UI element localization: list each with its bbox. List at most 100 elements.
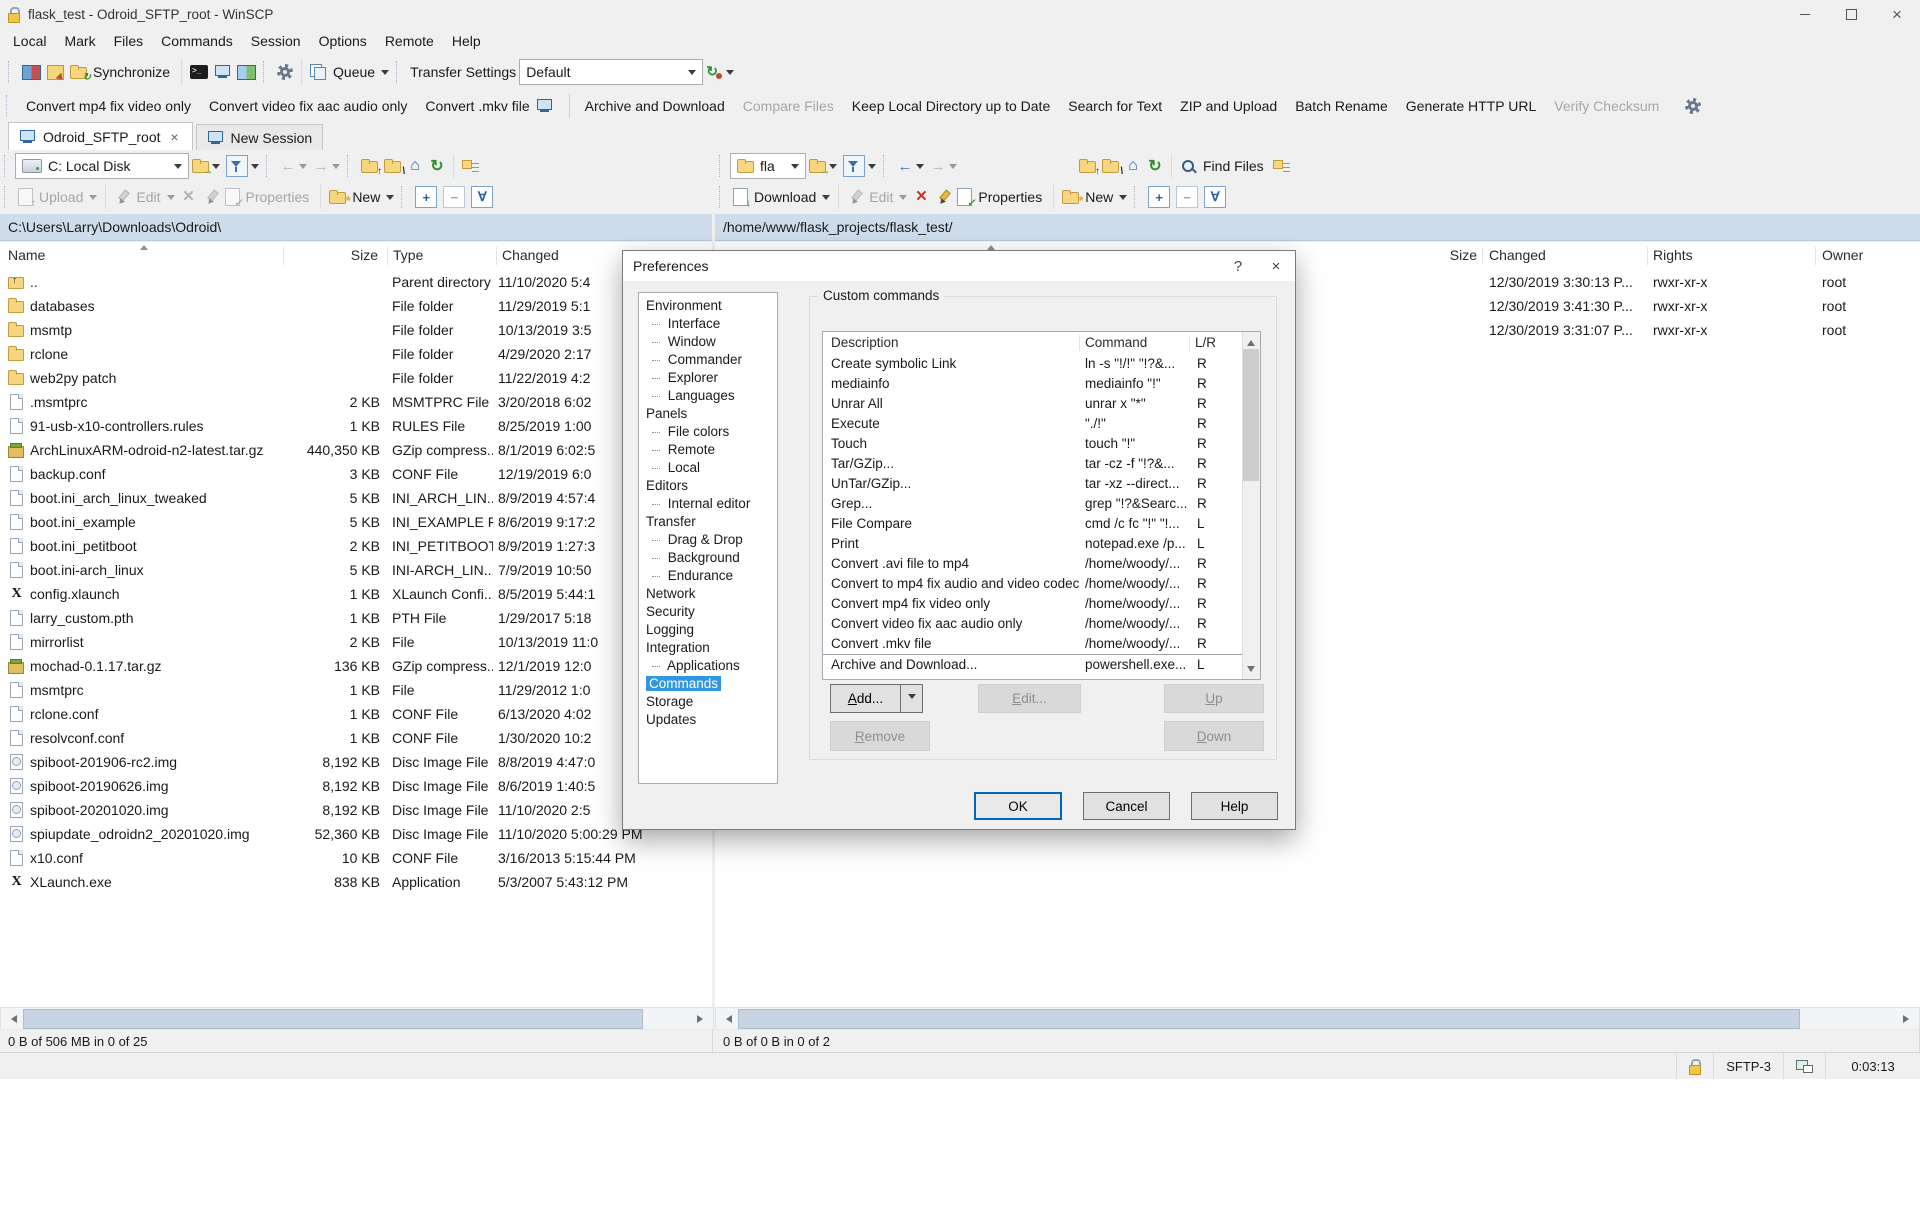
dialog-close-icon[interactable]: × — [1257, 251, 1295, 281]
toolbar-grip[interactable] — [263, 61, 270, 83]
menu-item[interactable]: Help — [443, 30, 490, 52]
column-header-changed[interactable]: Changed — [502, 247, 559, 263]
menu-item[interactable]: Session — [242, 30, 310, 52]
column-header-lr[interactable]: L/R — [1195, 335, 1216, 350]
remote-forward-button[interactable] — [927, 155, 960, 177]
custom-command-row[interactable]: Convert .mkv file /home/woody/... R — [823, 634, 1243, 654]
menu-item[interactable]: Mark — [55, 30, 104, 52]
preferences-tree-item[interactable]: Languages — [639, 387, 777, 405]
scroll-up-icon[interactable] — [1243, 332, 1259, 349]
custom-command-row[interactable]: Unrar All unrar x "*" R — [823, 394, 1243, 414]
ok-button[interactable]: OK — [974, 792, 1062, 820]
local-file-row[interactable]: boot.ini_example 5 KB INI_EXAMPLE F... 8… — [0, 510, 712, 534]
custom-command-button[interactable]: Archive and Download — [576, 94, 734, 118]
remote-unselect-button[interactable] — [1173, 183, 1201, 211]
preferences-tree-item[interactable]: Endurance — [639, 567, 777, 585]
toolbar-grip[interactable] — [347, 155, 354, 177]
local-root-directory-button[interactable] — [381, 156, 404, 176]
preferences-tree-item[interactable]: Logging — [639, 621, 777, 639]
remote-root-directory-button[interactable] — [1099, 156, 1122, 176]
custom-command-button[interactable]: Convert video fix aac audio only — [200, 94, 416, 118]
local-file-row[interactable]: databases File folder 11/29/2019 5:1 — [0, 294, 712, 318]
toolbar-grip[interactable] — [719, 186, 726, 208]
custom-command-row[interactable]: Convert mp4 fix video only /home/woody/.… — [823, 594, 1243, 614]
customize-commands-button[interactable] — [1682, 95, 1704, 117]
toolbar-grip[interactable] — [401, 186, 408, 208]
remote-filter-button[interactable] — [840, 152, 879, 180]
close-tab-icon[interactable] — [168, 130, 182, 144]
custom-command-row[interactable]: File Compare cmd /c fc "!" "!... L — [823, 514, 1243, 534]
custom-command-row[interactable]: Tar/GZip... tar -cz -f "!?&... R — [823, 454, 1243, 474]
remote-open-directory-button[interactable] — [806, 156, 840, 176]
find-files-button[interactable]: Find Files — [1177, 155, 1270, 177]
custom-command-row[interactable]: Convert video fix aac audio only /home/w… — [823, 614, 1243, 634]
local-file-row[interactable]: spiboot-20201020.img 8,192 KB Disc Image… — [0, 798, 712, 822]
local-file-row[interactable]: rclone.conf 1 KB CONF File 6/13/2020 4:0… — [0, 702, 712, 726]
remote-directory-select[interactable]: fla — [730, 153, 806, 179]
download-button[interactable]: Download — [730, 185, 833, 209]
close-icon[interactable] — [1874, 0, 1920, 28]
remote-edit-button[interactable]: Edit — [844, 186, 910, 208]
scroll-right-icon[interactable] — [691, 1008, 713, 1030]
local-file-row[interactable]: backup.conf 3 KB CONF File 12/19/2019 6:… — [0, 462, 712, 486]
custom-command-button[interactable]: Generate HTTP URL — [1397, 94, 1545, 118]
remote-path-bar[interactable]: /home/www/flask_projects/flask_test/ — [715, 214, 1920, 241]
column-header-rights[interactable]: Rights — [1653, 247, 1693, 263]
toolbar-grip[interactable] — [4, 186, 11, 208]
preferences-tree-item[interactable]: Storage — [639, 693, 777, 711]
local-file-row[interactable]: XLaunch.exe 838 KB Application 5/3/2007 … — [0, 870, 712, 894]
toolbar-grip[interactable] — [883, 155, 890, 177]
protocol-cell[interactable]: SFTP-3 — [1713, 1053, 1783, 1079]
custom-command-row[interactable]: Touch touch "!" R — [823, 434, 1243, 454]
panel-layout-button[interactable] — [234, 62, 259, 83]
preferences-tree-item[interactable]: Commands — [639, 675, 777, 693]
preferences-tree-item[interactable]: Applications — [639, 657, 777, 675]
preferences-tree-item[interactable]: Background — [639, 549, 777, 567]
preferences-tree-item[interactable]: Remote — [639, 441, 777, 459]
local-drive-select[interactable]: C: Local Disk — [15, 153, 189, 179]
local-home-directory-button[interactable] — [404, 155, 426, 177]
toolbar-grip[interactable] — [266, 155, 273, 177]
custom-command-button[interactable]: Keep Local Directory up to Date — [843, 94, 1059, 118]
preferences-tree-item[interactable]: Explorer — [639, 369, 777, 387]
local-file-row[interactable]: mirrorlist 2 KB File 10/13/2019 11:0 — [0, 630, 712, 654]
maximize-icon[interactable] — [1828, 0, 1874, 28]
custom-command-row[interactable]: Convert to mp4 fix audio and video codec… — [823, 574, 1243, 594]
session-manager-button[interactable] — [44, 62, 67, 83]
local-file-row[interactable]: mochad-0.1.17.tar.gz 136 KB GZip compres… — [0, 654, 712, 678]
help-button[interactable]: Help — [1191, 792, 1278, 820]
local-file-row[interactable]: .msmtprc 2 KB MSMTPRC File 3/20/2018 6:0… — [0, 390, 712, 414]
preferences-tree-item[interactable]: Drag & Drop — [639, 531, 777, 549]
local-file-row[interactable]: larry_custom.pth 1 KB PTH File 1/29/2017… — [0, 606, 712, 630]
preferences-button[interactable] — [274, 61, 296, 83]
menu-item[interactable]: Local — [4, 30, 55, 52]
session-tab[interactable]: New Session — [196, 124, 324, 150]
column-header-description[interactable]: Description — [831, 335, 899, 350]
preferences-tree-item[interactable]: Security — [639, 603, 777, 621]
scrollbar-thumb[interactable] — [738, 1009, 1800, 1029]
remote-new-button[interactable]: New — [1059, 186, 1130, 208]
scroll-right-icon[interactable] — [1897, 1008, 1919, 1030]
custom-command-button[interactable]: Convert mp4 fix video only — [17, 94, 200, 118]
local-directory-tree-button[interactable] — [459, 156, 483, 177]
local-filter-button[interactable] — [223, 152, 262, 180]
commander-view-button[interactable] — [19, 62, 44, 83]
custom-command-button[interactable]: Search for Text — [1059, 94, 1171, 118]
menu-item[interactable]: Remote — [376, 30, 443, 52]
scroll-left-icon[interactable] — [716, 1008, 738, 1030]
session-tab[interactable]: Odroid_SFTP_root — [8, 122, 193, 150]
remote-directory-tree-button[interactable] — [1270, 156, 1294, 177]
preferences-tree-item[interactable]: Integration — [639, 639, 777, 657]
edit-button[interactable]: Edit... — [978, 684, 1081, 713]
local-invert-selection-button[interactable] — [468, 183, 496, 211]
preferences-tree-item[interactable]: File colors — [639, 423, 777, 441]
preferences-tree-item[interactable]: Updates — [639, 711, 777, 729]
queue-button[interactable]: Queue — [307, 61, 392, 83]
local-file-row[interactable]: resolvconf.conf 1 KB CONF File 1/30/2020… — [0, 726, 712, 750]
connection-cell[interactable] — [1783, 1053, 1825, 1079]
scrollbar-thumb[interactable] — [23, 1009, 643, 1029]
column-header-type[interactable]: Type — [393, 247, 423, 263]
column-header-changed[interactable]: Changed — [1489, 247, 1546, 263]
remote-rename-button[interactable] — [932, 186, 954, 208]
local-file-row[interactable]: 91-usb-x10-controllers.rules 1 KB RULES … — [0, 414, 712, 438]
